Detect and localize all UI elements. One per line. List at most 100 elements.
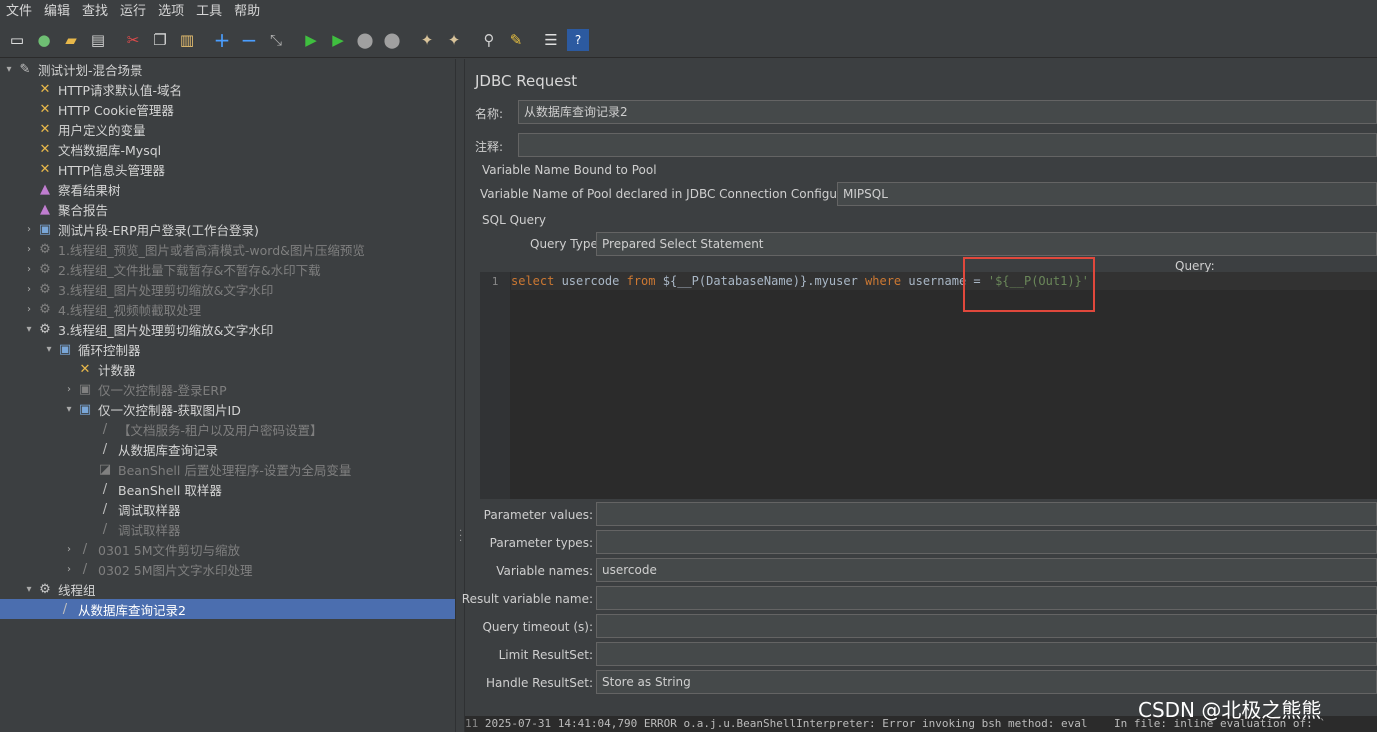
pool-variable-field[interactable]: MIPSQL (837, 182, 1377, 206)
save-icon[interactable]: ▤ (87, 29, 109, 51)
sql-query-editor[interactable]: 1 select usercode from ${__P(DatabaseNam… (480, 272, 1377, 499)
tree-node[interactable]: ✕ HTTP请求默认值-域名 (0, 79, 455, 99)
tree-node-icon: / (62, 601, 68, 617)
collapsed-caret-icon[interactable]: › (22, 244, 36, 255)
tree-node[interactable]: ▾ ⚙ 3.线程组_图片处理剪切缩放&文字水印 (0, 319, 455, 339)
function-helper-icon[interactable]: ☰ (540, 29, 562, 51)
tree-node[interactable]: › ⚙ 4.线程组_视频帧截取处理 (0, 299, 455, 319)
tree-node-label: 【文档服务-租户以及用户密码设置】 (118, 422, 323, 438)
tree-node-label: 3.线程组_图片处理剪切缩放&文字水印 (58, 282, 274, 298)
start-icon[interactable]: ▶ (300, 29, 322, 51)
expanded-caret-icon[interactable]: ▾ (62, 404, 76, 415)
tree-node[interactable]: ▾ ✎ 测试计划-混合场景 (0, 59, 455, 79)
reset-search-icon[interactable]: ✎ (505, 29, 527, 51)
stop-icon[interactable]: ⬤ (354, 29, 376, 51)
tree-node-icon: ⚙ (39, 321, 51, 337)
collapse-icon[interactable]: − (238, 29, 260, 51)
menu-edit[interactable]: 编辑 (38, 0, 76, 23)
clear-icon[interactable]: ✦ (416, 29, 438, 51)
tree-node-label: BeanShell 后置处理程序-设置为全局变量 (118, 462, 352, 478)
tree-node[interactable]: ✕ 用户定义的变量 (0, 119, 455, 139)
collapsed-caret-icon[interactable]: › (22, 224, 36, 235)
param-field-input[interactable] (596, 642, 1377, 666)
tree-node[interactable]: ▲ 聚合报告 (0, 199, 455, 219)
tree-node[interactable]: ✕ 计数器 (0, 359, 455, 379)
tree-node[interactable]: › ▣ 仅一次控制器-登录ERP (0, 379, 455, 399)
tree-node-label: 察看结果树 (58, 182, 121, 198)
splitter-grip-icon[interactable]: · · · (459, 527, 462, 547)
tree-node[interactable]: ▾ ▣ 循环控制器 (0, 339, 455, 359)
param-field-input[interactable] (596, 586, 1377, 610)
name-field[interactable]: 从数据库查询记录2 (518, 100, 1377, 124)
param-field-input[interactable]: usercode (596, 558, 1377, 582)
tree-node[interactable]: ✕ HTTP信息头管理器 (0, 159, 455, 179)
split-pane-divider[interactable]: · · · (455, 59, 465, 732)
tree-node-label: 2.线程组_文件批量下载暂存&不暂存&水印下载 (58, 262, 321, 278)
query-label: Query: (1175, 259, 1215, 273)
tree-node-icon: / (102, 421, 108, 437)
expanded-caret-icon[interactable]: ▾ (2, 64, 16, 75)
param-field-input[interactable] (596, 614, 1377, 638)
collapsed-caret-icon[interactable]: › (22, 304, 36, 315)
collapsed-caret-icon[interactable]: › (22, 284, 36, 295)
tree-node[interactable]: ▾ ⚙ 线程组 (0, 579, 455, 599)
clear-all-icon[interactable]: ✦ (443, 29, 465, 51)
collapsed-caret-icon[interactable]: › (62, 544, 76, 555)
tree-node-icon: ✕ (39, 121, 51, 137)
param-field-input[interactable] (596, 530, 1377, 554)
tree-node[interactable]: › ⚙ 3.线程组_图片处理剪切缩放&文字水印 (0, 279, 455, 299)
sql-code-line[interactable]: select usercode from ${__P(DatabaseName)… (511, 272, 1377, 290)
expanded-caret-icon[interactable]: ▾ (42, 344, 56, 355)
menu-tools[interactable]: 工具 (190, 0, 228, 23)
collapsed-caret-icon[interactable]: › (62, 384, 76, 395)
shutdown-icon[interactable]: ⬤ (381, 29, 403, 51)
expand-icon[interactable]: + (211, 29, 233, 51)
menu-options[interactable]: 选项 (152, 0, 190, 23)
open-icon[interactable]: ▰ (60, 29, 82, 51)
tree-node-icon: ✕ (39, 161, 51, 177)
expanded-caret-icon[interactable]: ▾ (22, 584, 36, 595)
menu-search[interactable]: 查找 (76, 0, 114, 23)
templates-icon[interactable]: ● (33, 29, 55, 51)
tree-node-icon: ✕ (39, 101, 51, 117)
tree-node[interactable]: › ⚙ 1.线程组_预览_图片或者高清模式-word&图片压缩预览 (0, 239, 455, 259)
new-icon[interactable]: ▭ (6, 29, 28, 51)
menu-file[interactable]: 文件 (0, 0, 38, 23)
paste-icon[interactable]: ▥ (176, 29, 198, 51)
cut-icon[interactable]: ✂ (122, 29, 144, 51)
tree-node[interactable]: › / 0302 5M图片文字水印处理 (0, 559, 455, 579)
tree-node[interactable]: / 调试取样器 (0, 519, 455, 539)
query-type-select[interactable]: Prepared Select Statement (596, 232, 1377, 256)
tree-node[interactable]: › ⚙ 2.线程组_文件批量下载暂存&不暂存&水印下载 (0, 259, 455, 279)
param-field-input[interactable]: Store as String (596, 670, 1377, 694)
tree-node[interactable]: ✕ 文档数据库-Mysql (0, 139, 455, 159)
menu-help[interactable]: 帮助 (228, 0, 266, 23)
tree-node[interactable]: ▾ ▣ 仅一次控制器-获取图片ID (0, 399, 455, 419)
tree-node-icon: / (102, 521, 108, 537)
tree-node[interactable]: › ▣ 测试片段-ERP用户登录(工作台登录) (0, 219, 455, 239)
param-field-input[interactable] (596, 502, 1377, 526)
tree-node[interactable]: / 【文档服务-租户以及用户密码设置】 (0, 419, 455, 439)
tree-node-icon: / (102, 501, 108, 517)
copy-icon[interactable]: ❐ (149, 29, 171, 51)
collapsed-caret-icon[interactable]: › (62, 564, 76, 575)
help-icon[interactable]: ? (567, 29, 589, 51)
tree-node[interactable]: ✕ HTTP Cookie管理器 (0, 99, 455, 119)
tree-node-icon: ⚙ (39, 261, 51, 277)
tree-node[interactable]: / 从数据库查询记录 (0, 439, 455, 459)
collapsed-caret-icon[interactable]: › (22, 264, 36, 275)
tree-node[interactable]: ◪ BeanShell 后置处理程序-设置为全局变量 (0, 459, 455, 479)
tree-node-label: 线程组 (58, 582, 96, 598)
toggle-icon[interactable]: ⤡ (265, 29, 287, 51)
tree-node[interactable]: ▲ 察看结果树 (0, 179, 455, 199)
tree-node[interactable]: / 调试取样器 (0, 499, 455, 519)
menu-run[interactable]: 运行 (114, 0, 152, 23)
comment-field[interactable] (518, 133, 1377, 157)
start-no-pause-icon[interactable]: ▶ (327, 29, 349, 51)
tree-node[interactable]: / BeanShell 取样器 (0, 479, 455, 499)
tree-node[interactable]: › / 0301 5M文件剪切与缩放 (0, 539, 455, 559)
expanded-caret-icon[interactable]: ▾ (22, 324, 36, 335)
search-icon[interactable]: ⚲ (478, 29, 500, 51)
tree-node[interactable]: / 从数据库查询记录2 (0, 599, 455, 619)
tree-node-label: BeanShell 取样器 (118, 482, 222, 498)
